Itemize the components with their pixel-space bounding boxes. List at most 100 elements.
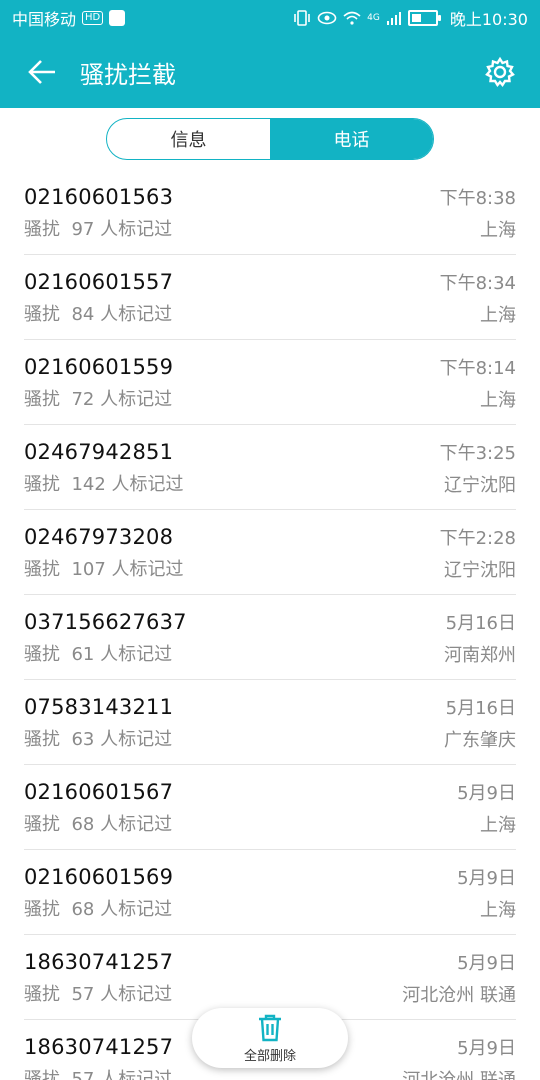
mark-info: 骚扰 57 人标记过 <box>24 980 173 1006</box>
phone-number: 02160601559 <box>24 355 174 379</box>
call-meta: 5月9日 上海 <box>457 779 516 837</box>
mark-count: 84 人标记过 <box>71 304 173 325</box>
call-type: 骚扰 <box>24 304 60 325</box>
call-info: 02467973208 骚扰 107 人标记过 <box>24 525 184 581</box>
clock: 晚上10:30 <box>449 10 528 29</box>
phone-number: 037156627637 <box>24 610 187 634</box>
vibrate-icon <box>294 10 310 26</box>
phone-number: 02160601567 <box>24 780 174 804</box>
mark-info: 骚扰 97 人标记过 <box>24 215 173 241</box>
call-meta: 5月9日 上海 <box>457 864 516 922</box>
call-location: 河北沧州 联通 <box>402 1066 516 1080</box>
call-meta: 5月16日 广东肇庆 <box>444 694 516 752</box>
call-info: 02160601559 骚扰 72 人标记过 <box>24 355 173 411</box>
call-type: 骚扰 <box>24 474 60 495</box>
mark-count: 61 人标记过 <box>71 644 173 665</box>
settings-button[interactable] <box>478 50 522 94</box>
call-info: 18630741257 骚扰 57 人标记过 <box>24 950 173 1006</box>
call-row[interactable]: 037156627637 骚扰 61 人标记过 5月16日 河南郑州 <box>24 595 516 680</box>
call-info: 02160601563 骚扰 97 人标记过 <box>24 185 173 241</box>
mark-info: 骚扰 63 人标记过 <box>24 725 173 751</box>
call-meta: 下午3:25 辽宁沈阳 <box>440 439 516 497</box>
call-time: 下午2:28 <box>439 528 516 549</box>
mark-count: 107 人标记过 <box>71 559 184 580</box>
phone-number: 02467973208 <box>24 525 174 549</box>
carrier-name: 中国移动 <box>12 10 77 29</box>
call-meta: 下午2:28 辽宁沈阳 <box>440 524 516 582</box>
call-meta: 下午8:38 上海 <box>440 184 516 242</box>
call-meta: 下午8:34 上海 <box>440 269 516 327</box>
call-row[interactable]: 02467973208 骚扰 107 人标记过 下午2:28 辽宁沈阳 <box>24 510 516 595</box>
call-time: 5月9日 <box>457 953 516 974</box>
call-time: 下午8:34 <box>439 273 516 294</box>
call-location: 上海 <box>480 220 516 241</box>
call-type: 骚扰 <box>24 219 60 240</box>
call-row[interactable]: 02160601563 骚扰 97 人标记过 下午8:38 上海 <box>24 170 516 255</box>
mark-count: 142 人标记过 <box>71 474 184 495</box>
tab-calls[interactable]: 电话 <box>270 119 433 159</box>
call-meta: 5月9日 河北沧州 联通 <box>402 949 516 1007</box>
call-info: 02160601569 骚扰 68 人标记过 <box>24 865 173 921</box>
call-type: 骚扰 <box>24 644 60 665</box>
mark-info: 骚扰 68 人标记过 <box>24 895 173 921</box>
signal-icon <box>386 12 401 25</box>
call-row[interactable]: 02160601567 骚扰 68 人标记过 5月9日 上海 <box>24 765 516 850</box>
call-type: 骚扰 <box>24 559 60 580</box>
call-row[interactable]: 02160601559 骚扰 72 人标记过 下午8:14 上海 <box>24 340 516 425</box>
gear-icon <box>485 56 515 88</box>
wifi-icon <box>343 11 361 25</box>
mark-info: 骚扰 142 人标记过 <box>24 470 184 496</box>
call-info: 07583143211 骚扰 63 人标记过 <box>24 695 173 751</box>
tabs-container: 信息 电话 <box>0 108 540 170</box>
mark-info: 骚扰 107 人标记过 <box>24 555 184 581</box>
call-info: 02160601567 骚扰 68 人标记过 <box>24 780 173 836</box>
call-time: 下午8:38 <box>439 188 516 209</box>
status-right: 4G 晚上10:30 <box>293 6 528 30</box>
network-type: 4G <box>367 13 380 23</box>
phone-number: 02160601569 <box>24 865 174 889</box>
call-row[interactable]: 02467942851 骚扰 142 人标记过 下午3:25 辽宁沈阳 <box>24 425 516 510</box>
phone-number: 02160601563 <box>24 185 174 209</box>
call-list: 02160601563 骚扰 97 人标记过 下午8:38 上海 0216060… <box>0 170 540 1080</box>
status-left: 中国移动 HD <box>12 6 126 30</box>
back-button[interactable] <box>20 50 64 94</box>
trash-icon <box>259 1014 281 1041</box>
call-location: 辽宁沈阳 <box>444 560 516 581</box>
call-info: 037156627637 骚扰 61 人标记过 <box>24 610 187 666</box>
call-type: 骚扰 <box>24 899 60 920</box>
call-info: 02160601557 骚扰 84 人标记过 <box>24 270 173 326</box>
delete-all-label: 全部删除 <box>243 1048 296 1064</box>
call-location: 上海 <box>480 390 516 411</box>
call-meta: 下午8:14 上海 <box>440 354 516 412</box>
call-time: 5月9日 <box>457 783 516 804</box>
call-location: 辽宁沈阳 <box>444 475 516 496</box>
mark-info: 骚扰 72 人标记过 <box>24 385 173 411</box>
status-bar: 中国移动 HD 4G 晚上10:30 <box>0 0 540 36</box>
call-meta: 5月9日 河北沧州 联通 <box>402 1034 516 1080</box>
phone-number: 02160601557 <box>24 270 174 294</box>
call-time: 5月16日 <box>445 613 516 634</box>
mark-info: 骚扰 57 人标记过 <box>24 1065 173 1080</box>
back-arrow-icon <box>28 60 55 84</box>
hd-badge: HD <box>82 11 104 25</box>
phone-number: 07583143211 <box>24 695 174 719</box>
segment-tabs: 信息 电话 <box>106 118 434 160</box>
call-info: 18630741257 骚扰 57 人标记过 <box>24 1035 173 1080</box>
page-title: 骚扰拦截 <box>80 60 176 89</box>
call-time: 下午3:25 <box>439 443 516 464</box>
battery-icon <box>407 10 441 26</box>
mark-count: 97 人标记过 <box>71 219 173 240</box>
mark-info: 骚扰 84 人标记过 <box>24 300 173 326</box>
phone-number: 18630741257 <box>24 1035 174 1059</box>
call-row[interactable]: 07583143211 骚扰 63 人标记过 5月16日 广东肇庆 <box>24 680 516 765</box>
mark-count: 68 人标记过 <box>71 814 173 835</box>
call-location: 河北沧州 联通 <box>402 985 516 1006</box>
tab-messages[interactable]: 信息 <box>107 119 270 159</box>
call-time: 下午8:14 <box>439 358 516 379</box>
mark-count: 68 人标记过 <box>71 899 173 920</box>
call-time: 5月9日 <box>457 868 516 889</box>
call-type: 骚扰 <box>24 1069 60 1080</box>
call-row[interactable]: 02160601569 骚扰 68 人标记过 5月9日 上海 <box>24 850 516 935</box>
call-row[interactable]: 02160601557 骚扰 84 人标记过 下午8:34 上海 <box>24 255 516 340</box>
delete-all-button[interactable]: 全部删除 <box>192 1008 348 1068</box>
